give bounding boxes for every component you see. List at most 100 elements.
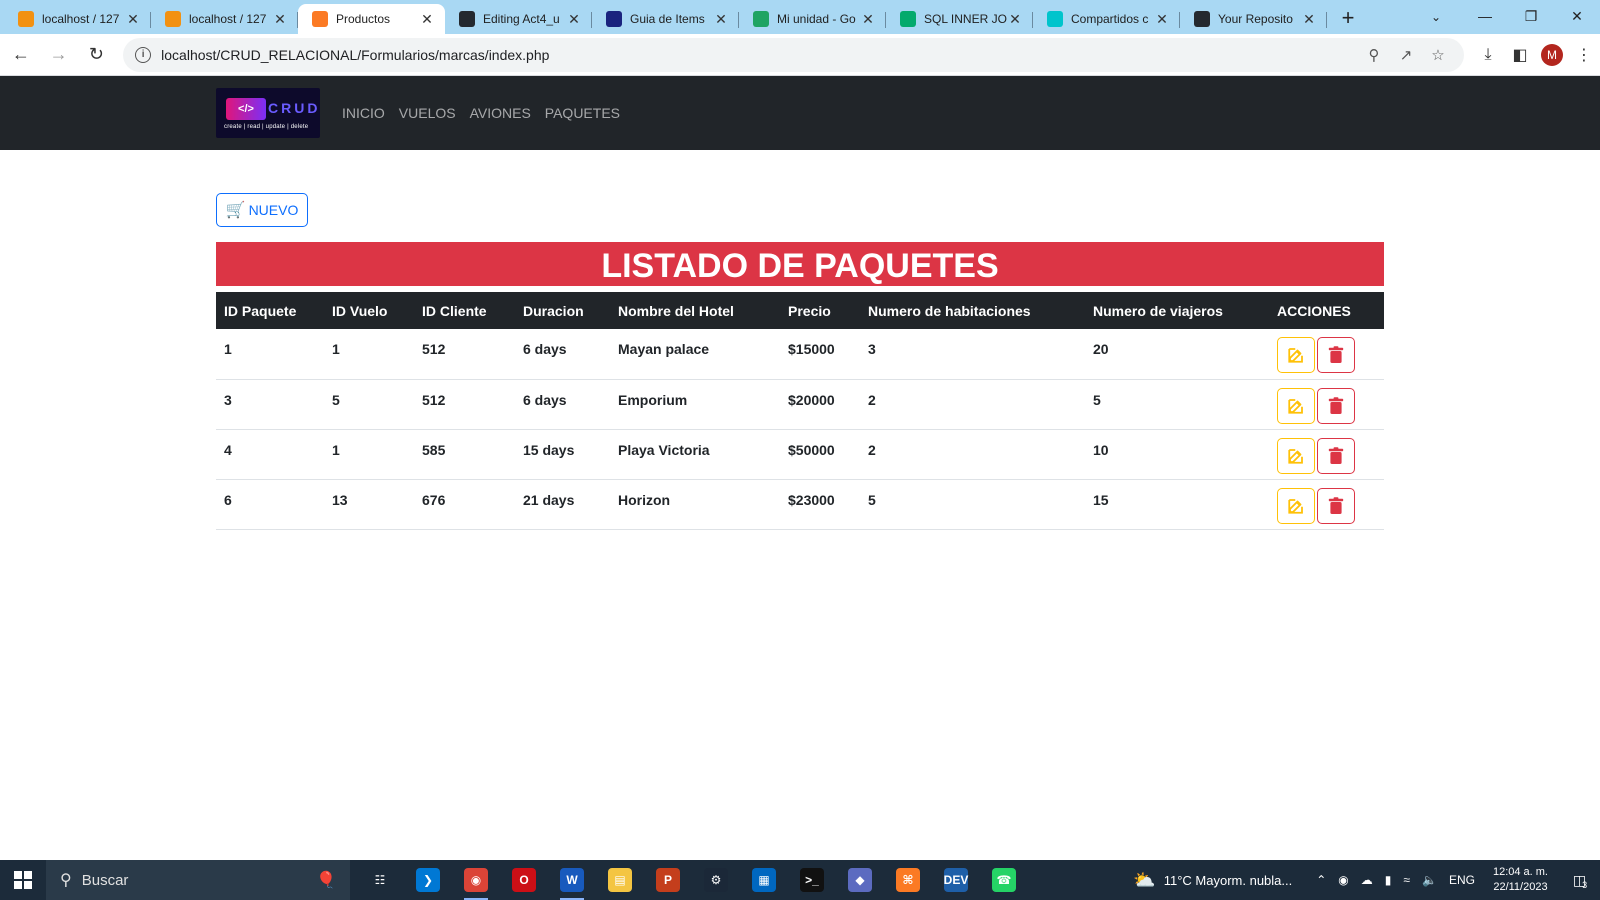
close-icon[interactable]: ✕ <box>1154 11 1170 28</box>
column-header: ID Paquete <box>224 302 297 319</box>
close-icon[interactable]: ✕ <box>419 11 435 28</box>
vscode-taskbar-button[interactable]: ❯ <box>404 860 452 900</box>
new-tab-button[interactable]: + <box>1333 3 1363 33</box>
edit-button[interactable] <box>1277 337 1315 373</box>
reload-icon[interactable]: ↻ <box>79 38 113 72</box>
nav-link-aviones[interactable]: AVIONES <box>470 105 531 121</box>
word-taskbar-button[interactable]: W <box>548 860 596 900</box>
brand-logo[interactable]: </> CRUD create | read | update | delete <box>216 88 320 138</box>
close-icon[interactable]: ✕ <box>125 11 141 28</box>
close-icon[interactable]: ✕ <box>1007 11 1023 28</box>
xampp-icon: ⌘ <box>896 868 920 892</box>
forward-arrow-icon[interactable]: → <box>42 38 76 72</box>
share-icon[interactable]: ↗ <box>1392 46 1420 64</box>
address-bar[interactable]: i localhost/CRUD_RELACIONAL/Formularios/… <box>123 37 1465 72</box>
edit-button[interactable] <box>1277 437 1315 474</box>
taskbar-search[interactable]: ⚲ Buscar 🎈 <box>46 860 350 900</box>
browser-tab[interactable]: localhost / 127 ✕ <box>151 4 298 34</box>
weather-widget[interactable]: ⛅ 11°C Mayorm. nubla... <box>1133 870 1292 891</box>
table-cell: 6 days <box>523 341 567 357</box>
brand-tagline: create | read | update | delete <box>224 124 309 130</box>
window-controls: — ❐ ✕ <box>1462 0 1600 32</box>
file-explorer-taskbar-button[interactable]: ▤ <box>596 860 644 900</box>
browser-tab[interactable]: Editing Act4_u ✕ <box>445 4 592 34</box>
back-arrow-icon[interactable]: ← <box>4 38 38 72</box>
xampp-taskbar-button[interactable]: ⌘ <box>884 860 932 900</box>
nav-links: INICIO VUELOS AVIONES PAQUETES <box>342 76 634 150</box>
profile-button[interactable]: M <box>1536 39 1568 71</box>
browser-tab[interactable]: Productos ✕ <box>298 4 445 34</box>
devcpp-taskbar-button[interactable]: DEV <box>932 860 980 900</box>
site-info-icon[interactable]: i <box>135 46 152 63</box>
tab-list: localhost / 127 ✕ localhost / 127 ✕ Producto… <box>0 0 1327 34</box>
system-tray: ⛅ 11°C Mayorm. nubla... ⌃ ◉ ☁ ▮ ≈ 🔈 ENG … <box>1133 860 1600 900</box>
battery-icon[interactable]: ▮ <box>1385 873 1392 887</box>
canva-icon <box>1047 11 1063 27</box>
windows-taskbar: ⚲ Buscar 🎈 ☷ ❯ ◉ O W ▤ P ⚙ ▦ >_ ◆ ⌘ DEV ☎ ⛅ 11°C Mayo… <box>0 860 1600 900</box>
bookmark-star-icon[interactable]: ☆ <box>1424 46 1452 64</box>
browser-toolbar: ← → ↻ i localhost/CRUD_RELACIONAL/Formul… <box>0 34 1600 76</box>
nav-link-vuelos[interactable]: VUELOS <box>399 105 456 121</box>
opera-taskbar-button[interactable]: O <box>500 860 548 900</box>
terminal-taskbar-button[interactable]: >_ <box>788 860 836 900</box>
delete-button[interactable] <box>1317 387 1355 424</box>
edit-button[interactable] <box>1277 487 1315 524</box>
clock[interactable]: 12:04 a. m. 22/11/2023 <box>1493 865 1548 895</box>
delete-button[interactable] <box>1317 437 1355 474</box>
delete-button[interactable] <box>1317 337 1355 373</box>
close-icon[interactable]: ✕ <box>860 11 876 28</box>
vscode-icon: ❯ <box>416 868 440 892</box>
tab-title: Your Reposito <box>1218 12 1293 26</box>
tab-search-chevron-icon[interactable]: ⌄ <box>1422 4 1450 30</box>
kebab-menu-icon[interactable]: ⋮ <box>1568 39 1600 71</box>
table-cell: 15 <box>1093 491 1109 508</box>
taskbar-apps: ☷ ❯ ◉ O W ▤ P ⚙ ▦ >_ ◆ ⌘ DEV ☎ <box>356 860 1028 900</box>
word-icon: W <box>560 868 584 892</box>
language-indicator[interactable]: ENG <box>1449 873 1475 887</box>
edit-button[interactable] <box>1277 387 1315 424</box>
delete-button[interactable] <box>1317 487 1355 524</box>
nav-link-inicio[interactable]: INICIO <box>342 105 385 121</box>
zoom-icon[interactable]: ⚲ <box>1360 46 1388 64</box>
side-panel-icon[interactable]: ◧ <box>1504 39 1536 71</box>
notifications-button[interactable]: ◫ 3 <box>1560 870 1600 891</box>
browser-tab[interactable]: Your Reposito ✕ <box>1180 4 1327 34</box>
camera-icon[interactable]: ◉ <box>1338 873 1348 887</box>
table-row: 1 1 512 6 days Mayan palace $15000 3 20 <box>216 329 1384 379</box>
whatsapp-taskbar-button[interactable]: ☎ <box>980 860 1028 900</box>
minimize-icon[interactable]: — <box>1462 0 1508 32</box>
close-window-icon[interactable]: ✕ <box>1554 0 1600 32</box>
close-icon[interactable]: ✕ <box>713 11 729 28</box>
tab-title: Guia de Items <box>630 12 705 26</box>
start-button[interactable] <box>0 860 46 900</box>
browser-tab[interactable]: Guia de Items ✕ <box>592 4 739 34</box>
download-icon[interactable]: ⤓ <box>1472 39 1504 71</box>
close-icon[interactable]: ✕ <box>272 11 288 28</box>
table-cell: 1 <box>224 341 232 357</box>
steam-icon: ⚙ <box>704 868 728 892</box>
wifi-icon[interactable]: ≈ <box>1403 873 1410 887</box>
restore-icon[interactable]: ❐ <box>1508 0 1554 32</box>
browser-tab[interactable]: Mi unidad - Go ✕ <box>739 4 886 34</box>
cloud-sync-icon[interactable]: ☁ <box>1361 873 1373 887</box>
browser-tab[interactable]: localhost / 127 ✕ <box>4 4 151 34</box>
browser-tab[interactable]: Compartidos c ✕ <box>1033 4 1180 34</box>
store-taskbar-button[interactable]: ▦ <box>740 860 788 900</box>
close-icon[interactable]: ✕ <box>566 11 582 28</box>
table-header-row: ID Paquete ID Vuelo ID Cliente Duracion Nomb… <box>216 292 1384 329</box>
close-icon[interactable]: ✕ <box>1301 11 1317 28</box>
task-view-taskbar-button[interactable]: ☷ <box>356 860 404 900</box>
steam-taskbar-button[interactable]: ⚙ <box>692 860 740 900</box>
github-icon <box>459 11 475 27</box>
chrome-taskbar-button[interactable]: ◉ <box>452 860 500 900</box>
chevron-up-icon[interactable]: ⌃ <box>1316 873 1326 887</box>
powerpoint-taskbar-button[interactable]: P <box>644 860 692 900</box>
url-text[interactable]: localhost/CRUD_RELACIONAL/Formularios/ma… <box>161 47 1356 63</box>
copilot-taskbar-button[interactable]: ◆ <box>836 860 884 900</box>
volume-icon[interactable]: 🔈 <box>1422 873 1437 887</box>
new-button[interactable]: 🛒 NUEVO <box>216 193 308 227</box>
cart-icon: 🛒 <box>225 202 246 219</box>
browser-tab[interactable]: SQL INNER JOI ✕ <box>886 4 1033 34</box>
nav-link-paquetes[interactable]: PAQUETES <box>545 105 620 121</box>
edit-icon <box>1288 348 1303 363</box>
